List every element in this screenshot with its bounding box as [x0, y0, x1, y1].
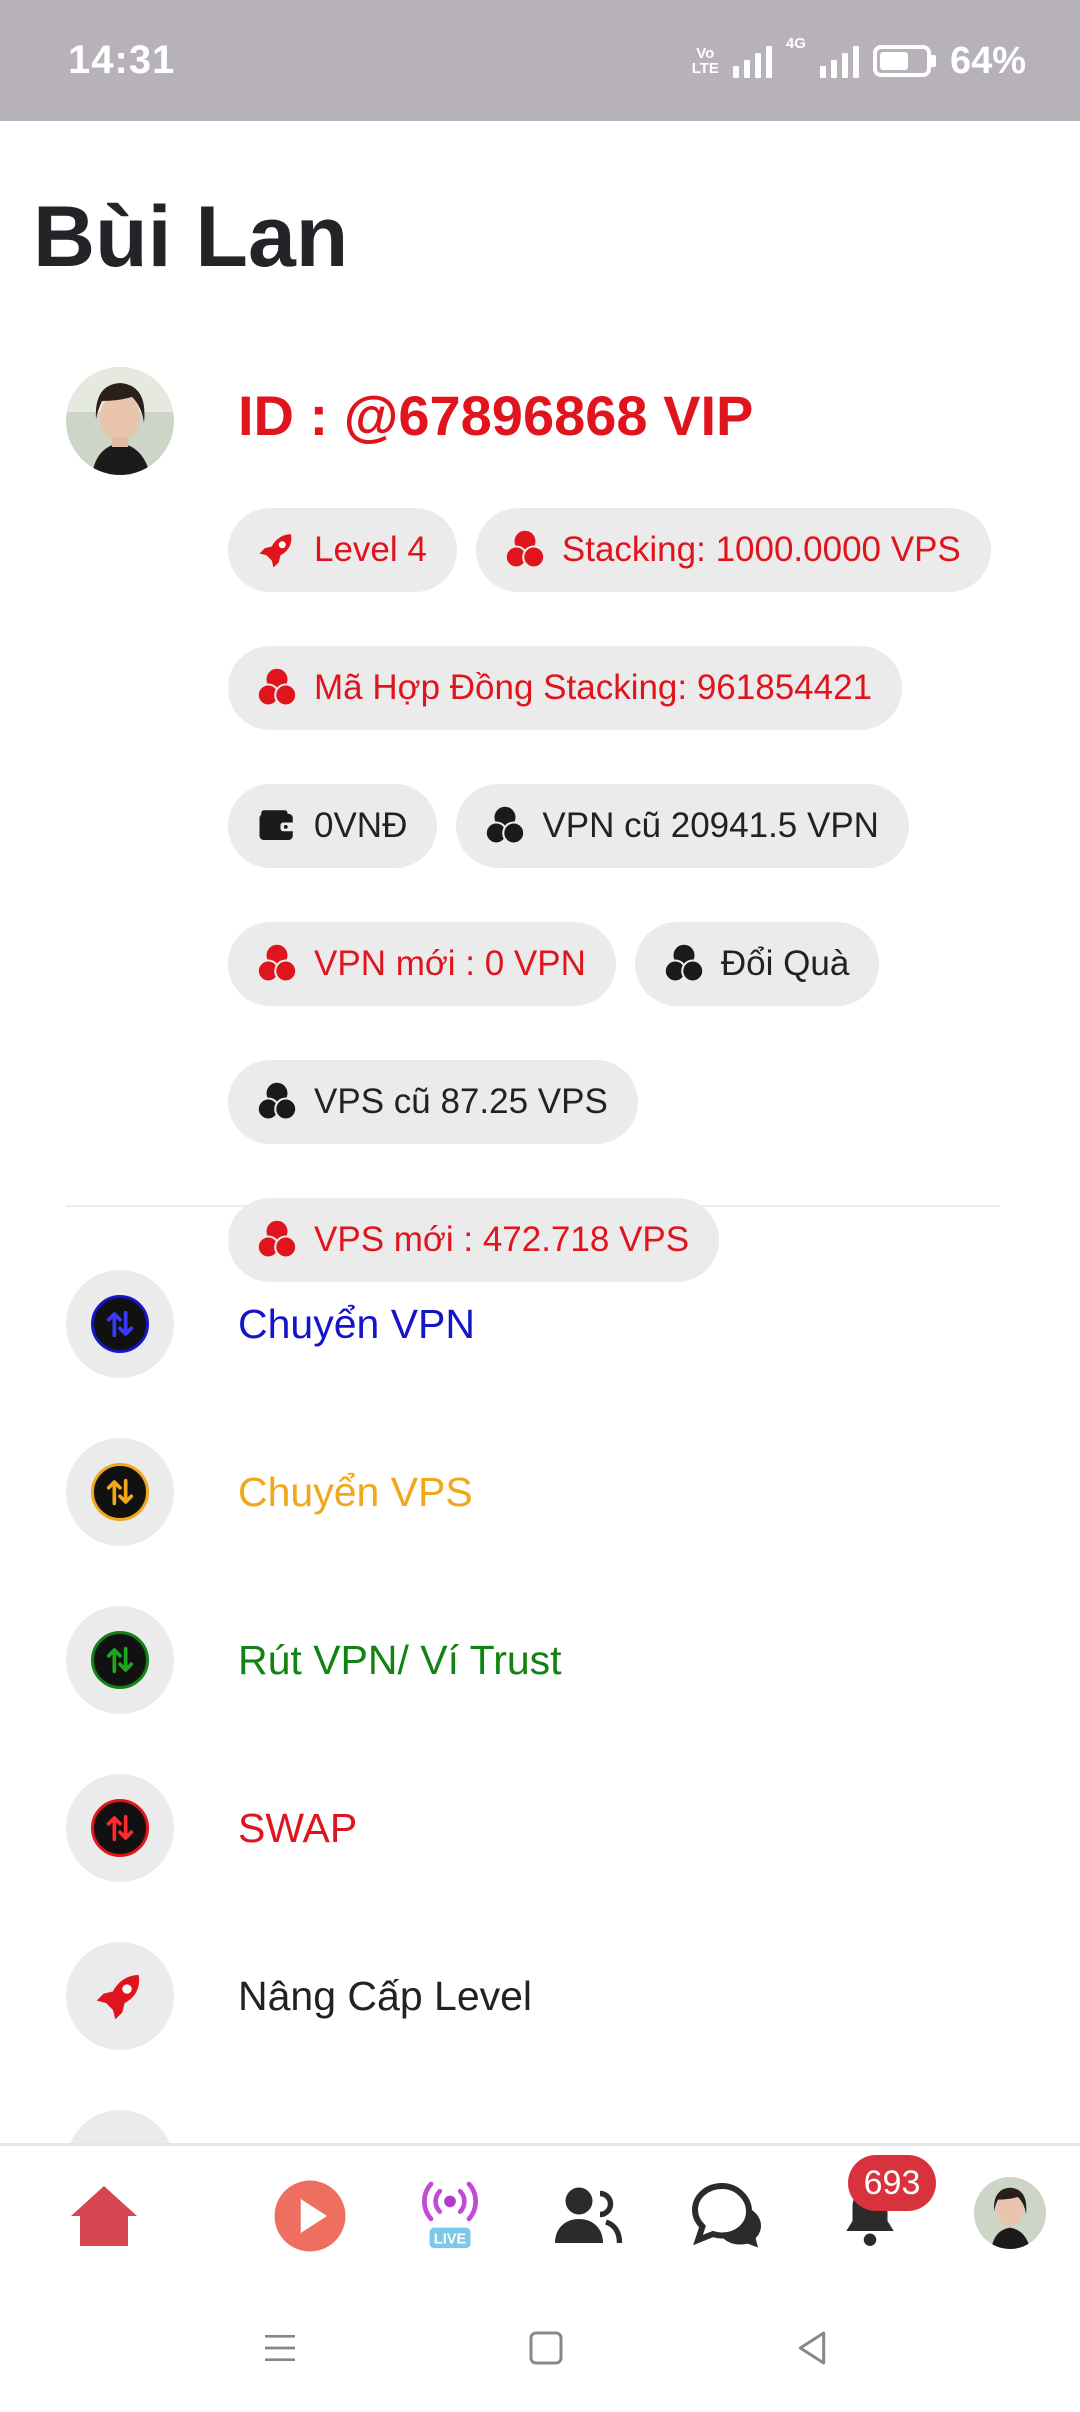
signal-icon-2 [819, 44, 859, 78]
coins-icon [256, 668, 298, 707]
transfer-vps-icon [91, 1463, 149, 1521]
transfer-vps-label: Chuyển VPS [238, 1468, 473, 1515]
coins-icon [256, 1220, 298, 1259]
live-icon[interactable]: LIVE [410, 2176, 490, 2256]
status-time: 14:31 [68, 38, 176, 82]
withdraw-label: Rút VPN/ Ví Trust [238, 1636, 562, 1683]
menu-item-transfer-vps[interactable]: Chuyển VPS [66, 1438, 1026, 1546]
menu-item-transfer-vpn[interactable]: Chuyển VPN [66, 1270, 1026, 1378]
contract-chip[interactable]: Mã Hợp Đồng Stacking: 961854421 [228, 646, 903, 730]
friends-icon[interactable] [548, 2176, 628, 2256]
profile-chips: Level 4 Stacking: 1000.0000 VPS Mã Hợp Đ… [228, 508, 1028, 1282]
upgrade-level-label: Nâng Cấp Level [238, 1972, 533, 2019]
wallet-icon [259, 810, 295, 840]
network-type: 4G [785, 35, 806, 52]
menu-item-upgrade-level[interactable]: Nâng Cấp Level [66, 1942, 1026, 2050]
vps-old-chip[interactable]: VPS cũ 87.25 VPS [228, 1060, 638, 1144]
swap-icon [91, 1799, 149, 1857]
profile-avatar[interactable] [974, 2177, 1046, 2249]
rocket-icon [259, 534, 292, 568]
user-id: ID : @67896868 VIP [238, 384, 754, 447]
stacking-chip[interactable]: Stacking: 1000.0000 VPS [475, 508, 991, 592]
coins-icon [485, 806, 526, 845]
volte-icon: Vo LTE [691, 45, 719, 77]
svg-text:LIVE: LIVE [434, 2232, 467, 2248]
system-nav-bar [0, 2278, 1080, 2412]
battery-icon [872, 45, 936, 77]
home-square-icon[interactable] [516, 2318, 576, 2378]
coins-icon [663, 944, 705, 983]
page-title: Bùi Lan [33, 189, 349, 285]
notification-badge: 693 [848, 2155, 936, 2211]
divider [66, 1205, 1000, 1207]
swap-label: SWAP [238, 1804, 358, 1851]
signal-icon [732, 44, 772, 78]
video-icon[interactable] [270, 2176, 350, 2256]
back-icon[interactable] [782, 2318, 842, 2378]
transfer-vpn-label: Chuyển VPN [238, 1300, 476, 1347]
status-icons: Vo LTE 4G 64% [692, 36, 1026, 86]
menu-icon[interactable] [250, 2318, 310, 2378]
transfer-vpn-icon [91, 1295, 149, 1353]
vpn-new-chip[interactable]: VPN mới : 0 VPN [228, 922, 616, 1006]
coins-icon [256, 1082, 298, 1121]
menu-item-withdraw[interactable]: Rút VPN/ Ví Trust [66, 1606, 1026, 1714]
withdraw-icon [91, 1631, 149, 1689]
avatar[interactable] [66, 367, 174, 475]
level-chip[interactable]: Level 4 [228, 508, 457, 592]
chat-icon[interactable] [688, 2176, 768, 2256]
gift-chip[interactable]: Đổi Quà [634, 922, 880, 1006]
battery-percent: 64% [949, 39, 1026, 82]
coins-icon [256, 944, 298, 983]
status-bar: 14:31 Vo LTE 4G 64% [0, 0, 1080, 121]
rocket-icon [96, 1975, 140, 2020]
coins-icon [504, 530, 546, 569]
vpn-old-chip[interactable]: VPN cũ 20941.5 VPN [456, 784, 909, 868]
home-icon[interactable] [64, 2176, 144, 2256]
wallet-chip[interactable]: 0VNĐ [228, 784, 438, 868]
menu-item-swap[interactable]: SWAP [66, 1774, 1026, 1882]
